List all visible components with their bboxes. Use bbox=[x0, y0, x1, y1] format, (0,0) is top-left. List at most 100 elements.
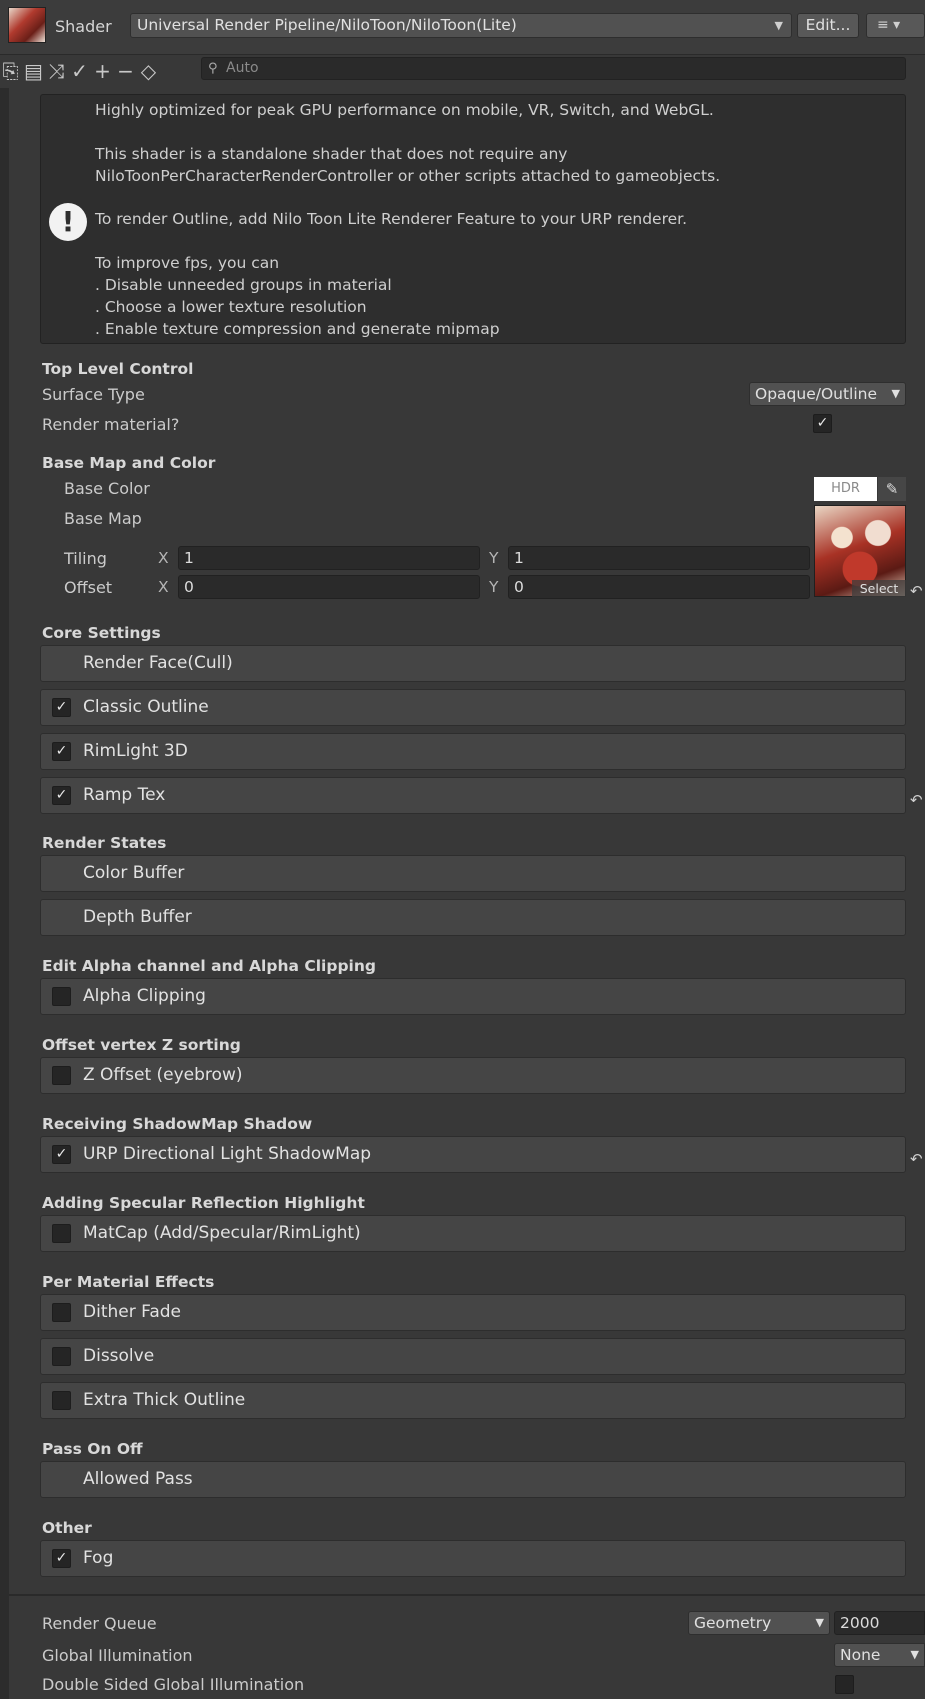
help-line: Highly optimized for peak GPU performanc… bbox=[95, 101, 714, 119]
section-title-render-states: Render States bbox=[42, 834, 167, 852]
foldout-label: Dither Fade bbox=[83, 1302, 181, 1322]
tiling-y-label: Y bbox=[489, 549, 499, 567]
foldout-label: Render Face(Cull) bbox=[83, 653, 233, 673]
render-queue-label: Render Queue bbox=[42, 1614, 157, 1633]
ramp-tex-checkbox[interactable]: ✓ bbox=[52, 786, 71, 805]
paste-icon[interactable]: ▤ bbox=[23, 59, 46, 83]
foldout-render-face[interactable]: Render Face(Cull) bbox=[40, 645, 906, 682]
divider bbox=[9, 1594, 925, 1596]
eye-icon[interactable]: ◇ bbox=[138, 59, 161, 83]
matcap-checkbox[interactable] bbox=[52, 1224, 71, 1243]
double-sided-gi-label: Double Sided Global Illumination bbox=[42, 1675, 305, 1694]
foldout-label: Extra Thick Outline bbox=[83, 1390, 246, 1410]
toolbar-icons: ⎘ ▤ ⤨ ✓ + − ◇ bbox=[0, 59, 161, 83]
section-title-z-sorting: Offset vertex Z sorting bbox=[42, 1036, 241, 1054]
search-placeholder: Auto bbox=[226, 60, 259, 76]
foldout-classic-outline[interactable]: ✓ Classic Outline bbox=[40, 689, 906, 726]
eyedropper-icon[interactable]: ✎ bbox=[878, 477, 906, 501]
base-color-field[interactable]: HDR bbox=[814, 477, 877, 501]
help-line: To render Outline, add Nilo Toon Lite Re… bbox=[95, 210, 688, 228]
section-title-shadowmap: Receiving ShadowMap Shadow bbox=[42, 1115, 313, 1133]
foldout-label: Fog bbox=[83, 1548, 114, 1568]
rimlight-3d-checkbox[interactable]: ✓ bbox=[52, 742, 71, 761]
foldout-label: Allowed Pass bbox=[83, 1469, 193, 1489]
offset-y-field[interactable]: 0 bbox=[508, 575, 810, 599]
global-illumination-dropdown[interactable]: None ▼ bbox=[834, 1643, 925, 1667]
revert-icon[interactable]: ↶ bbox=[910, 1150, 923, 1168]
context-menu-button[interactable]: ≡ ▾ bbox=[866, 13, 925, 38]
section-title-specular: Adding Specular Reflection Highlight bbox=[42, 1194, 365, 1212]
foldout-z-offset[interactable]: Z Offset (eyebrow) bbox=[40, 1057, 906, 1094]
inspector-header: Shader Universal Render Pipeline/NiloToo… bbox=[0, 0, 925, 55]
foldout-dissolve[interactable]: Dissolve bbox=[40, 1338, 906, 1375]
chevron-down-icon: ▼ bbox=[815, 1616, 824, 1629]
help-line: This shader is a standalone shader that … bbox=[95, 145, 568, 163]
foldout-ramp-tex[interactable]: ✓ Ramp Tex bbox=[40, 777, 906, 814]
foldout-label: URP Directional Light ShadowMap bbox=[83, 1144, 372, 1164]
foldout-label: MatCap (Add/Specular/RimLight) bbox=[83, 1223, 361, 1243]
shader-dropdown[interactable]: Universal Render Pipeline/NiloToon/NiloT… bbox=[130, 13, 792, 38]
search-icon: ⚲ bbox=[208, 61, 218, 76]
checkmark-icon[interactable]: ✓ bbox=[69, 59, 92, 83]
copy-icon[interactable]: ⎘ bbox=[0, 59, 23, 83]
tiling-label: Tiling bbox=[64, 549, 107, 568]
fog-checkbox[interactable]: ✓ bbox=[52, 1549, 71, 1568]
z-offset-checkbox[interactable] bbox=[52, 1066, 71, 1085]
tiling-x-field[interactable]: 1 bbox=[178, 546, 480, 570]
chevron-down-icon: ▼ bbox=[910, 1648, 919, 1661]
foldout-label: Alpha Clipping bbox=[83, 986, 206, 1006]
offset-label: Offset bbox=[64, 578, 113, 597]
revert-icon[interactable]: ↶ bbox=[910, 582, 923, 600]
edit-shader-button[interactable]: Edit... bbox=[797, 13, 859, 38]
dissolve-checkbox[interactable] bbox=[52, 1347, 71, 1366]
extra-thick-outline-checkbox[interactable] bbox=[52, 1391, 71, 1410]
help-line: . Enable texture compression and generat… bbox=[95, 320, 500, 338]
global-illumination-value: None bbox=[840, 1646, 881, 1664]
urp-shadowmap-checkbox[interactable]: ✓ bbox=[52, 1145, 71, 1164]
base-color-label: Base Color bbox=[64, 479, 150, 498]
revert-icon[interactable]: ↶ bbox=[910, 791, 923, 809]
double-sided-gi-checkbox[interactable] bbox=[835, 1675, 854, 1694]
foldout-label: Depth Buffer bbox=[83, 907, 192, 927]
warning-icon: ! bbox=[49, 203, 87, 241]
foldout-fog[interactable]: ✓ Fog bbox=[40, 1540, 906, 1577]
global-illumination-label: Global Illumination bbox=[42, 1646, 193, 1665]
plus-icon[interactable]: + bbox=[92, 59, 115, 83]
foldout-color-buffer[interactable]: Color Buffer bbox=[40, 855, 906, 892]
render-queue-dropdown-value: Geometry bbox=[694, 1614, 772, 1632]
offset-x-field[interactable]: 0 bbox=[178, 575, 480, 599]
surface-type-label: Surface Type bbox=[42, 385, 145, 404]
help-line: . Disable unneeded groups in material bbox=[95, 276, 392, 294]
render-queue-value-field[interactable]: 2000 bbox=[834, 1611, 925, 1635]
foldout-urp-shadowmap[interactable]: ✓ URP Directional Light ShadowMap bbox=[40, 1136, 906, 1173]
surface-type-dropdown[interactable]: Opaque/Outline ▼ bbox=[749, 382, 906, 406]
foldout-extra-thick-outline[interactable]: Extra Thick Outline bbox=[40, 1382, 906, 1419]
shader-label: Shader bbox=[55, 17, 112, 36]
tiling-x-label: X bbox=[158, 549, 169, 567]
texture-select-button[interactable]: Select bbox=[852, 580, 906, 597]
section-title-per-material-effects: Per Material Effects bbox=[42, 1273, 215, 1291]
dither-fade-checkbox[interactable] bbox=[52, 1303, 71, 1322]
chevron-down-icon: ▼ bbox=[891, 387, 900, 400]
shader-dropdown-value: Universal Render Pipeline/NiloToon/NiloT… bbox=[137, 16, 517, 34]
foldout-matcap[interactable]: MatCap (Add/Specular/RimLight) bbox=[40, 1215, 906, 1252]
material-preview-icon bbox=[8, 7, 46, 43]
tiling-y-field[interactable]: 1 bbox=[508, 546, 810, 570]
foldout-rimlight-3d[interactable]: ✓ RimLight 3D bbox=[40, 733, 906, 770]
offset-y-label: Y bbox=[489, 578, 499, 596]
surface-type-value: Opaque/Outline bbox=[755, 385, 878, 403]
search-input[interactable]: ⚲ Auto bbox=[201, 57, 906, 80]
foldout-dither-fade[interactable]: Dither Fade bbox=[40, 1294, 906, 1331]
render-queue-dropdown[interactable]: Geometry ▼ bbox=[688, 1611, 830, 1635]
shuffle-icon[interactable]: ⤨ bbox=[46, 59, 69, 83]
help-box: Highly optimized for peak GPU performanc… bbox=[40, 94, 906, 344]
foldout-label: Dissolve bbox=[83, 1346, 155, 1366]
render-material-checkbox[interactable]: ✓ bbox=[813, 414, 832, 433]
section-title-core-settings: Core Settings bbox=[42, 624, 161, 642]
foldout-allowed-pass[interactable]: Allowed Pass bbox=[40, 1461, 906, 1498]
foldout-depth-buffer[interactable]: Depth Buffer bbox=[40, 899, 906, 936]
foldout-alpha-clipping[interactable]: Alpha Clipping bbox=[40, 978, 906, 1015]
classic-outline-checkbox[interactable]: ✓ bbox=[52, 698, 71, 717]
minus-icon[interactable]: − bbox=[115, 59, 138, 83]
alpha-clipping-checkbox[interactable] bbox=[52, 987, 71, 1006]
